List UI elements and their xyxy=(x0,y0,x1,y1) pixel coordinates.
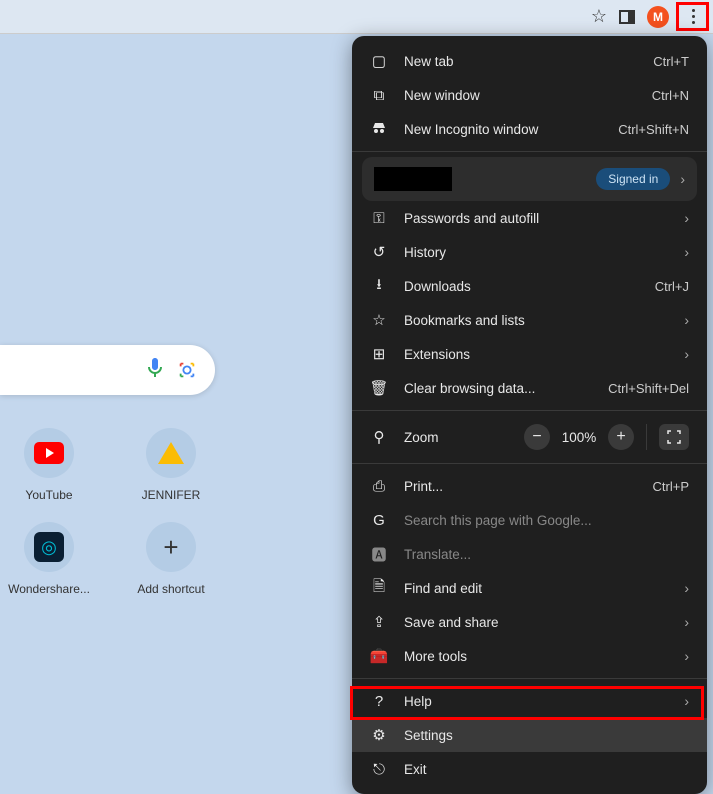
new-tab-icon: ▢ xyxy=(370,52,388,70)
new-window-icon: ⧉ xyxy=(370,86,388,104)
shortcut-label: Add shortcut xyxy=(137,582,204,596)
menu-clear-data[interactable]: 🗑 Clear browsing data... Ctrl+Shift+Del xyxy=(352,371,707,405)
magnifier-icon: ⚲ xyxy=(370,428,388,446)
menu-divider xyxy=(352,151,707,152)
menu-profile[interactable]: Signed in › xyxy=(362,157,697,201)
puzzle-icon: ⊞ xyxy=(370,345,388,363)
exit-icon: ⎋ xyxy=(370,760,388,778)
menu-help[interactable]: ? Help › xyxy=(352,684,707,718)
shortcut-jennifer[interactable]: JENNIFER xyxy=(130,428,212,502)
menu-zoom: ⚲ Zoom − 100% + xyxy=(352,416,707,458)
menu-new-tab[interactable]: ▢ New tab Ctrl+T xyxy=(352,44,707,78)
shortcut-label: JENNIFER xyxy=(142,488,201,502)
shortcut-label: Wondershare... xyxy=(8,582,90,596)
shortcut-label: YouTube xyxy=(25,488,72,502)
menu-more-tools[interactable]: 🧰 More tools › xyxy=(352,639,707,673)
incognito-icon xyxy=(370,120,388,138)
zoom-in-button[interactable]: + xyxy=(608,424,634,450)
bookmark-star-icon[interactable]: ☆ xyxy=(591,6,607,27)
menu-print[interactable]: ⎙ Print... Ctrl+P xyxy=(352,469,707,503)
plus-icon: + xyxy=(163,532,178,563)
google-g-icon: G xyxy=(370,511,388,529)
menu-settings[interactable]: ⚙ Settings xyxy=(352,718,707,752)
translate-icon: 🅰 xyxy=(370,545,388,563)
history-icon: ↺ xyxy=(370,243,388,261)
download-icon: ⭳ xyxy=(370,277,388,295)
signed-in-badge: Signed in xyxy=(596,168,670,190)
chrome-menu: ▢ New tab Ctrl+T ⧉ New window Ctrl+N New… xyxy=(352,36,707,794)
toolbox-icon: 🧰 xyxy=(370,647,388,665)
menu-incognito[interactable]: New Incognito window Ctrl+Shift+N xyxy=(352,112,707,146)
share-icon: ⇪ xyxy=(370,613,388,631)
menu-save-share[interactable]: ⇪ Save and share › xyxy=(352,605,707,639)
star-icon: ☆ xyxy=(370,311,388,329)
browser-toolbar: ☆ M xyxy=(0,0,713,34)
menu-translate[interactable]: 🅰 Translate... xyxy=(352,537,707,571)
menu-divider xyxy=(352,678,707,679)
side-panel-icon[interactable] xyxy=(619,10,635,24)
help-icon: ? xyxy=(370,692,388,710)
trash-icon: 🗑 xyxy=(370,379,388,397)
menu-find-edit[interactable]: 🗎 Find and edit › xyxy=(352,571,707,605)
shortcuts-grid: YouTube JENNIFER Wondershare... + Add sh… xyxy=(0,428,220,596)
kebab-menu-icon[interactable] xyxy=(681,5,705,29)
shortcut-add[interactable]: + Add shortcut xyxy=(130,522,212,596)
chevron-right-icon: › xyxy=(684,693,689,709)
zoom-out-button[interactable]: − xyxy=(524,424,550,450)
chevron-right-icon: › xyxy=(684,346,689,362)
shortcut-wondershare[interactable]: Wondershare... xyxy=(8,522,90,596)
menu-divider xyxy=(352,463,707,464)
chevron-right-icon: › xyxy=(684,580,689,596)
menu-downloads[interactable]: ⭳ Downloads Ctrl+J xyxy=(352,269,707,303)
search-bar[interactable] xyxy=(0,345,215,395)
profile-avatar[interactable]: M xyxy=(647,6,669,28)
youtube-icon xyxy=(34,442,64,464)
zoom-level: 100% xyxy=(558,430,600,445)
voice-search-icon[interactable] xyxy=(147,358,163,383)
chevron-right-icon: › xyxy=(684,648,689,664)
chevron-right-icon: › xyxy=(680,171,685,187)
menu-exit[interactable]: ⎋ Exit xyxy=(352,752,707,786)
menu-search-page[interactable]: G Search this page with Google... xyxy=(352,503,707,537)
google-logo: le xyxy=(0,170,2,297)
menu-history[interactable]: ↺ History › xyxy=(352,235,707,269)
chevron-right-icon: › xyxy=(684,614,689,630)
document-icon: 🗎 xyxy=(370,579,388,597)
key-icon: ⚿ xyxy=(370,209,388,227)
print-icon: ⎙ xyxy=(370,477,388,495)
drive-icon xyxy=(158,442,184,464)
shortcut-youtube[interactable]: YouTube xyxy=(8,428,90,502)
menu-extensions[interactable]: ⊞ Extensions › xyxy=(352,337,707,371)
menu-divider xyxy=(352,410,707,411)
chevron-right-icon: › xyxy=(684,244,689,260)
menu-passwords[interactable]: ⚿ Passwords and autofill › xyxy=(352,201,707,235)
menu-new-window[interactable]: ⧉ New window Ctrl+N xyxy=(352,78,707,112)
chevron-right-icon: › xyxy=(684,312,689,328)
chevron-right-icon: › xyxy=(684,210,689,226)
gear-icon: ⚙ xyxy=(370,726,388,744)
image-search-icon[interactable] xyxy=(177,360,197,380)
fullscreen-button[interactable] xyxy=(659,424,689,450)
profile-name-redacted xyxy=(374,167,452,191)
menu-bookmarks[interactable]: ☆ Bookmarks and lists › xyxy=(352,303,707,337)
wondershare-icon xyxy=(34,532,64,562)
